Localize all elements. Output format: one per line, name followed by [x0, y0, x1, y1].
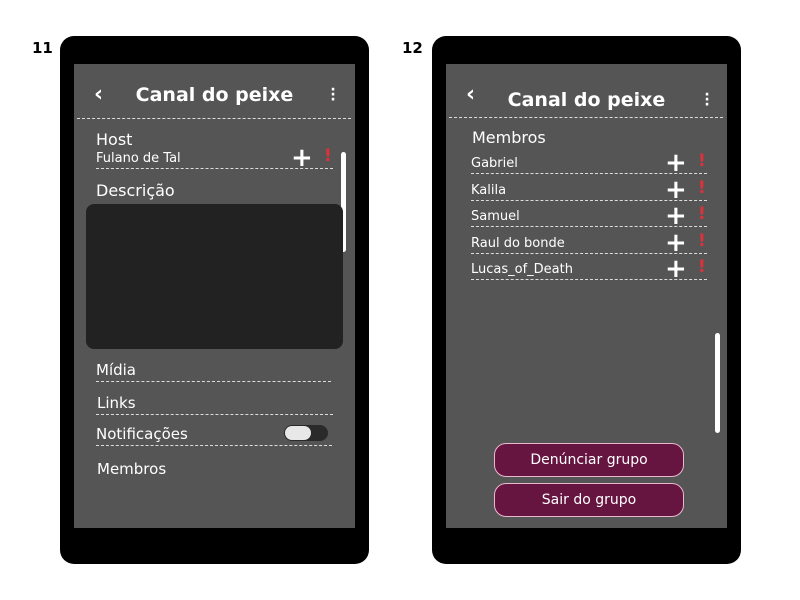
- report-icon[interactable]: !: [698, 178, 706, 198]
- media-item[interactable]: Mídia: [96, 361, 136, 379]
- divider: [471, 279, 707, 280]
- host-label: Host: [96, 130, 133, 149]
- divider: [96, 445, 332, 446]
- divider: [96, 381, 331, 382]
- phone-frame-12: ‹ Canal do peixe · · · Membros Gabriel + !…: [432, 36, 741, 564]
- page-title: Canal do peixe: [135, 84, 294, 106]
- add-icon[interactable]: +: [291, 145, 313, 171]
- divider: [96, 414, 333, 415]
- notifications-toggle[interactable]: [284, 425, 328, 441]
- divider: [471, 226, 707, 227]
- description-label: Descrição: [96, 181, 175, 200]
- notifications-label: Notificações: [96, 425, 188, 443]
- toggle-knob: [285, 426, 311, 440]
- members-screen: ‹ Canal do peixe · · · Membros Gabriel + !…: [446, 64, 727, 528]
- report-icon[interactable]: !: [324, 146, 332, 166]
- report-icon[interactable]: !: [698, 257, 706, 277]
- member-name[interactable]: Gabriel: [471, 155, 518, 173]
- add-icon[interactable]: +: [665, 230, 687, 256]
- add-icon[interactable]: +: [665, 150, 687, 176]
- group-info-screen: ‹ Canal do peixe · · · Host Fulano de Tal …: [74, 64, 355, 528]
- page-title: Canal do peixe: [507, 89, 666, 111]
- screen-number: 12: [402, 39, 423, 57]
- header-divider: [449, 117, 723, 118]
- member-name[interactable]: Kalila: [471, 182, 506, 200]
- add-icon[interactable]: +: [665, 203, 687, 229]
- member-name[interactable]: Raul do bonde: [471, 235, 565, 253]
- more-menu-icon[interactable]: · · ·: [330, 83, 336, 107]
- report-icon[interactable]: !: [698, 231, 706, 251]
- add-icon[interactable]: +: [665, 256, 687, 282]
- description-box[interactable]: [86, 204, 343, 349]
- more-menu-icon[interactable]: · · ·: [704, 88, 710, 112]
- member-name[interactable]: Samuel: [471, 208, 520, 226]
- header-divider: [77, 118, 351, 119]
- divider: [471, 173, 707, 174]
- add-icon[interactable]: +: [665, 177, 687, 203]
- scrollbar[interactable]: [715, 333, 720, 433]
- screen-number: 11: [32, 39, 53, 57]
- members-item[interactable]: Membros: [97, 460, 166, 478]
- links-item[interactable]: Links: [97, 394, 136, 412]
- member-name[interactable]: Lucas_of_Death: [471, 261, 573, 279]
- report-icon[interactable]: !: [698, 204, 706, 224]
- report-group-button[interactable]: Denúnciar grupo: [494, 443, 684, 477]
- members-label: Membros: [472, 128, 546, 147]
- host-name[interactable]: Fulano de Tal: [96, 150, 181, 168]
- phone-frame-11: ‹ Canal do peixe · · · Host Fulano de Tal …: [60, 36, 369, 564]
- leave-group-button[interactable]: Sair do grupo: [494, 483, 684, 517]
- report-icon[interactable]: !: [698, 151, 706, 171]
- divider: [96, 168, 333, 169]
